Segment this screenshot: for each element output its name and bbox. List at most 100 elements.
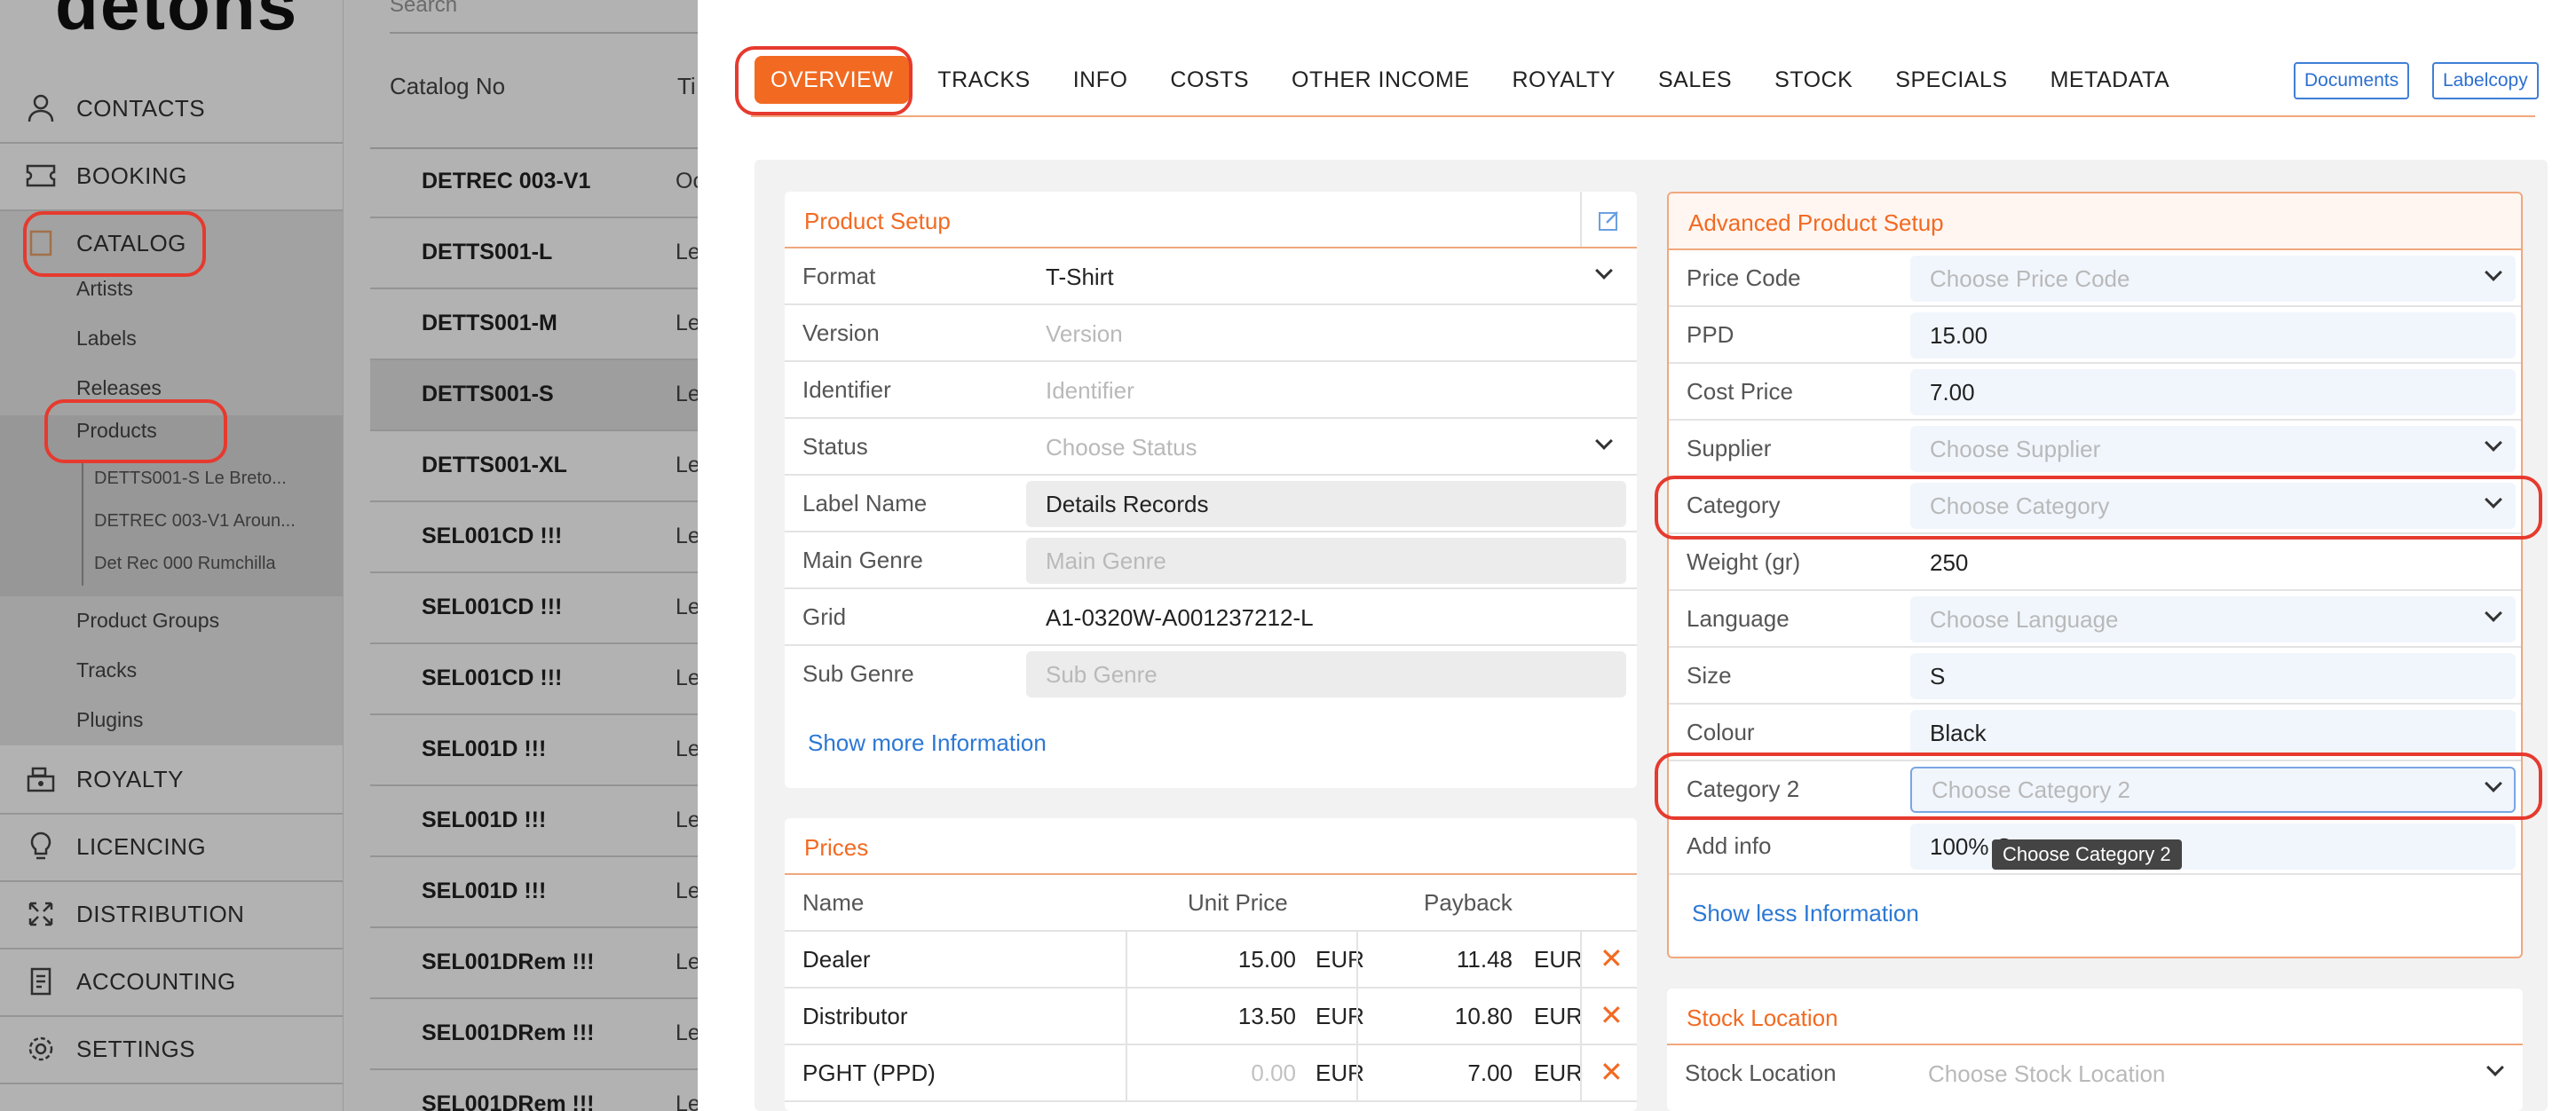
- language-select[interactable]: Choose Language: [1910, 596, 2516, 642]
- show-less-link[interactable]: Show less Information: [1692, 900, 1919, 927]
- table-row: PGHT (PPD) 0.00 EUR 7.00 EUR ✕: [785, 1045, 1637, 1102]
- supplier-select[interactable]: Choose Supplier: [1910, 426, 2516, 472]
- payback-input[interactable]: 11.48: [1406, 946, 1513, 973]
- ppd-input[interactable]: 15.00: [1910, 312, 2516, 359]
- payback-input[interactable]: 10.80: [1406, 1003, 1513, 1030]
- delete-icon[interactable]: ✕: [1600, 1001, 1624, 1029]
- field-stock-location: Stock Location Choose Stock Location: [1667, 1045, 2523, 1102]
- cost-price-input[interactable]: 7.00: [1910, 369, 2516, 415]
- unit-price-input[interactable]: 0.00: [1189, 1060, 1296, 1087]
- modal-backdrop[interactable]: [0, 0, 698, 1111]
- tab-metadata[interactable]: METADATA: [2051, 67, 2170, 93]
- column-header-name: Name: [802, 889, 865, 916]
- tab-stock[interactable]: STOCK: [1774, 67, 1853, 93]
- field-weight: Weight (gr) 250: [1669, 534, 2521, 591]
- price-code-select[interactable]: Choose Price Code: [1910, 256, 2516, 302]
- weight-input[interactable]: 250: [1910, 540, 2516, 586]
- field-label: Main Genre: [802, 547, 923, 573]
- unit-price-input[interactable]: 15.00: [1189, 946, 1296, 973]
- table-row: Dealer 15.00 EUR 11.48 EUR ✕: [785, 932, 1637, 989]
- version-input[interactable]: Version: [1026, 311, 1626, 357]
- field-label-name: Label Name Details Records: [785, 476, 1637, 532]
- divider: [1126, 932, 1127, 989]
- label-name-input[interactable]: Details Records: [1026, 481, 1626, 527]
- tab-bar: OVERVIEW TRACKS INFO COSTS OTHER INCOME …: [755, 51, 2212, 108]
- tab-underline: [751, 115, 2535, 117]
- edit-button[interactable]: [1580, 192, 1637, 248]
- highlight-overview-tab: [735, 46, 913, 115]
- field-label: Version: [802, 319, 880, 346]
- price-name: PGHT (PPD): [802, 1060, 936, 1086]
- highlight-category: [1655, 476, 2542, 540]
- highlight-products: [44, 399, 227, 463]
- tab-sales[interactable]: SALES: [1658, 67, 1732, 93]
- currency: EUR: [1534, 1003, 1583, 1029]
- price-name: Distributor: [802, 1003, 908, 1029]
- tab-info[interactable]: INFO: [1073, 67, 1128, 93]
- main-genre-input[interactable]: Main Genre: [1026, 538, 1626, 584]
- unit-price-input[interactable]: 13.50: [1189, 1003, 1296, 1030]
- grid-input[interactable]: A1-0320W-A001237212-L: [1026, 595, 1626, 641]
- edit-icon: [1599, 211, 1618, 231]
- currency: EUR: [1534, 1060, 1583, 1086]
- advanced-product-setup-card: Advanced Product Setup Price Code Choose …: [1667, 192, 2523, 958]
- delete-icon[interactable]: ✕: [1600, 1058, 1624, 1086]
- divider: [1580, 1045, 1582, 1102]
- tab-other-income[interactable]: OTHER INCOME: [1292, 67, 1469, 93]
- size-input[interactable]: S: [1910, 653, 2516, 699]
- prices-card: Prices Name Unit Price Payback Dealer 15…: [785, 818, 1637, 1111]
- column-header-unit-price: Unit Price: [1188, 889, 1288, 916]
- payback-input[interactable]: 7.00: [1406, 1060, 1513, 1087]
- tab-costs[interactable]: COSTS: [1170, 67, 1249, 93]
- field-identifier: Identifier Identifier: [785, 362, 1637, 419]
- identifier-input[interactable]: Identifier: [1026, 367, 1626, 414]
- field-label: Label Name: [802, 490, 928, 516]
- field-label: Grid: [802, 603, 847, 630]
- tooltip: Choose Category 2: [1992, 839, 2182, 870]
- card-title: Advanced Product Setup: [1688, 209, 1944, 236]
- field-label: Supplier: [1687, 435, 1772, 461]
- field-format: Format T-Shirt: [785, 248, 1637, 305]
- field-label: Status: [802, 433, 868, 460]
- tab-specials[interactable]: SPECIALS: [1895, 67, 2007, 93]
- table-row: Distributor 13.50 EUR 10.80 EUR ✕: [785, 989, 1637, 1045]
- divider: [1126, 1045, 1127, 1102]
- field-ppd: PPD 15.00: [1669, 307, 2521, 364]
- delete-icon[interactable]: ✕: [1600, 944, 1624, 973]
- divider: [1356, 1045, 1358, 1102]
- colour-input[interactable]: Black: [1910, 710, 2516, 756]
- field-label: Colour: [1687, 719, 1755, 745]
- status-select[interactable]: Choose Status: [1026, 424, 1626, 470]
- format-select[interactable]: T-Shirt: [1026, 254, 1626, 300]
- prices-header-row: Name Unit Price Payback: [785, 875, 1637, 932]
- currency: EUR: [1534, 946, 1583, 973]
- stock-location-select[interactable]: Choose Stock Location: [1908, 1051, 2514, 1097]
- field-label: Language: [1687, 605, 1790, 632]
- card-title: Stock Location: [1687, 1005, 1838, 1031]
- field-supplier: Supplier Choose Supplier: [1669, 421, 2521, 477]
- show-more-link[interactable]: Show more Information: [808, 729, 1047, 757]
- overview-content: Product Setup Format T-Shirt Version Versi…: [755, 160, 2548, 1111]
- tab-royalty[interactable]: ROYALTY: [1513, 67, 1616, 93]
- field-label: Format: [802, 263, 876, 289]
- column-header-payback: Payback: [1424, 889, 1513, 916]
- field-label: Price Code: [1687, 264, 1801, 291]
- field-language: Language Choose Language: [1669, 591, 2521, 648]
- field-label: Identifier: [802, 376, 891, 403]
- product-detail-panel: OVERVIEW TRACKS INFO COSTS OTHER INCOME …: [698, 0, 2576, 1111]
- field-version: Version Version: [785, 305, 1637, 362]
- divider: [1356, 932, 1358, 989]
- field-label: Weight (gr): [1687, 548, 1801, 575]
- divider: [1580, 932, 1582, 989]
- highlight-category-2: [1655, 752, 2542, 820]
- card-title: Product Setup: [804, 208, 951, 234]
- field-grid: Grid A1-0320W-A001237212-L: [785, 589, 1637, 646]
- tab-tracks[interactable]: TRACKS: [937, 67, 1030, 93]
- sub-genre-input[interactable]: Sub Genre: [1026, 651, 1626, 697]
- documents-button[interactable]: Documents: [2294, 62, 2410, 99]
- stock-location-card: Stock Location Stock Location Choose Stoc…: [1667, 989, 2523, 1111]
- field-label: Add info: [1687, 832, 1772, 859]
- labelcopy-button[interactable]: Labelcopy: [2432, 62, 2539, 99]
- field-cost-price: Cost Price 7.00: [1669, 364, 2521, 421]
- field-label: PPD: [1687, 321, 1734, 348]
